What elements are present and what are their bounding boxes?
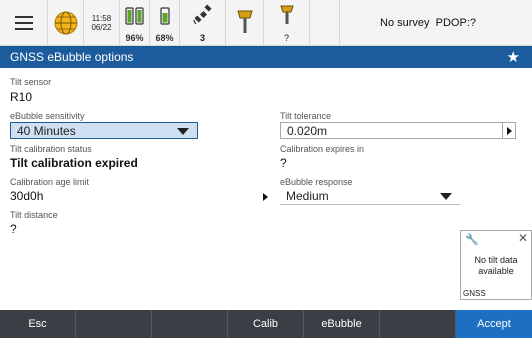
- time-text: 11:58: [91, 14, 112, 23]
- tolerance-value: 0.020m: [287, 123, 328, 138]
- status-blank: [310, 0, 340, 46]
- clock: 11:58 06/22: [84, 0, 120, 46]
- tilt-distance-value: ?: [10, 222, 17, 236]
- calib-button[interactable]: Calib: [228, 310, 304, 338]
- pdop-text: PDOP:?: [435, 16, 477, 29]
- calibration-expires-value: ?: [280, 156, 287, 170]
- status-bar: 11:58 06/22 96% 68% 3 ? No survey PDOP:?: [0, 0, 532, 46]
- battery-2[interactable]: 68%: [150, 0, 180, 46]
- receiver-icon: [279, 5, 294, 24]
- wrench-icon[interactable]: 🔧: [465, 233, 479, 246]
- accept-button[interactable]: Accept: [456, 310, 532, 338]
- job-globe-button[interactable]: [48, 0, 84, 46]
- star-icon[interactable]: ★: [507, 48, 520, 66]
- battery-2-percent: 68%: [155, 33, 174, 43]
- satellite-count: 3: [199, 33, 205, 43]
- globe-icon: [54, 11, 77, 35]
- tilt-distance-label: Tilt distance: [10, 210, 58, 220]
- chevron-down-icon: [177, 128, 189, 135]
- receiver-2-button[interactable]: ?: [264, 0, 310, 46]
- sensitivity-label: eBubble sensitivity: [10, 111, 85, 121]
- esc-button[interactable]: Esc: [0, 310, 76, 338]
- response-value: Medium: [286, 189, 329, 203]
- age-limit-label: Calibration age limit: [10, 177, 90, 187]
- close-icon[interactable]: ✕: [518, 231, 528, 245]
- tilt-sensor-label: Tilt sensor: [10, 77, 52, 87]
- calibration-status-label: Tilt calibration status: [10, 144, 92, 154]
- satellites-button[interactable]: 3: [180, 0, 226, 46]
- ebubble-widget[interactable]: 🔧 ✕ No tilt data available GNSS: [460, 230, 532, 300]
- calibration-status-value: Tilt calibration expired: [10, 156, 138, 170]
- tolerance-label: Tilt tolerance: [280, 111, 332, 121]
- sensitivity-dropdown[interactable]: 40 Minutes: [10, 122, 198, 139]
- response-label: eBubble response: [280, 177, 353, 187]
- battery-1-percent: 96%: [125, 33, 144, 43]
- survey-status-text: No survey: [380, 16, 430, 29]
- receiver-icon: [236, 10, 253, 33]
- softkey-bar: Esc Calib eBubble Accept: [0, 310, 532, 338]
- response-dropdown[interactable]: Medium: [280, 188, 460, 205]
- tilt-sensor-value: R10: [10, 90, 33, 104]
- calibration-expires-label: Calibration expires in: [280, 144, 365, 154]
- softkey-blank-3: [380, 310, 456, 338]
- tolerance-arrow-button[interactable]: [502, 122, 516, 139]
- battery-icon: [159, 7, 170, 25]
- receiver-button[interactable]: [226, 0, 264, 46]
- chevron-down-icon: [440, 193, 452, 200]
- ebubble-button[interactable]: eBubble: [304, 310, 380, 338]
- menu-button[interactable]: [0, 0, 48, 46]
- sensitivity-value: 40 Minutes: [17, 123, 76, 138]
- title-bar: GNSS eBubble options ★: [0, 46, 532, 68]
- hamburger-icon: [14, 16, 33, 30]
- receiver-2-status: ?: [283, 33, 289, 43]
- chevron-right-icon: [506, 126, 512, 135]
- softkey-blank-1: [76, 310, 152, 338]
- softkey-blank-2: [152, 310, 228, 338]
- satellite-icon: [192, 4, 212, 25]
- survey-status: No survey PDOP:?: [340, 0, 532, 45]
- age-limit-arrow-button[interactable]: [258, 188, 272, 205]
- age-limit-value[interactable]: 30d0h: [10, 189, 43, 203]
- chevron-right-icon: [262, 192, 268, 201]
- page-title: GNSS eBubble options: [10, 50, 134, 64]
- battery-icon: [124, 7, 144, 25]
- options-form: Tilt sensor R10 eBubble sensitivity 40 M…: [0, 68, 532, 308]
- tolerance-input[interactable]: 0.020m: [280, 122, 502, 139]
- ebubble-tag: GNSS: [463, 289, 486, 298]
- date-text: 06/22: [91, 23, 112, 32]
- battery-1[interactable]: 96%: [120, 0, 150, 46]
- ebubble-message: No tilt data available: [474, 255, 518, 276]
